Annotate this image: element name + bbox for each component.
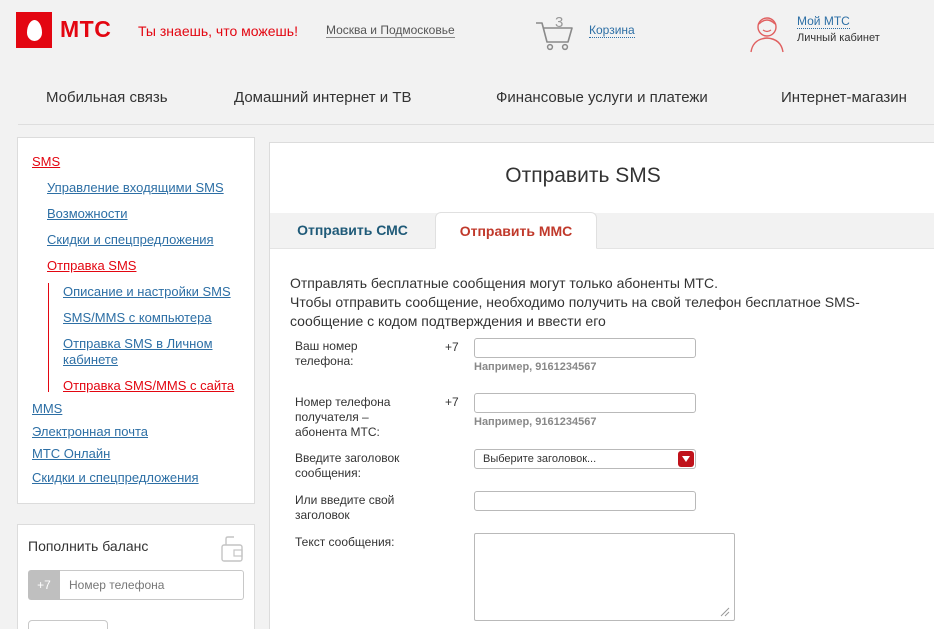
- send-sms-panel: Отправить SMS Отправить СМС Отправить ММ…: [269, 142, 934, 629]
- tab-send-mms[interactable]: Отправить ММС: [435, 212, 597, 249]
- cart-count: 3: [555, 14, 564, 31]
- recipient-phone-hint: Например, 9161234567: [474, 416, 597, 428]
- recipient-phone-input[interactable]: [474, 393, 696, 413]
- sidebar-item-email[interactable]: Электронная почта: [32, 424, 148, 440]
- your-phone-hint: Например, 9161234567: [474, 361, 597, 373]
- message-textarea[interactable]: [474, 533, 735, 621]
- sidebar-item-sms[interactable]: SMS: [32, 154, 60, 170]
- custom-subject-input[interactable]: [474, 491, 696, 511]
- sidebar-item-sms-from-pc[interactable]: SMS/MMS с компьютера: [63, 310, 212, 326]
- sidebar-item-send-sms[interactable]: Отправка SMS: [47, 258, 136, 274]
- resize-grip-icon[interactable]: [718, 605, 730, 617]
- message-text-label: Текст сообщения:: [295, 535, 395, 549]
- intro-text: Отправлять бесплатные сообщения могут то…: [290, 274, 890, 331]
- recipient-phone-label: Номер телефона получателя – абонента МТС…: [295, 395, 391, 439]
- phone-prefix: +7: [28, 570, 60, 600]
- mts-logo-icon[interactable]: [16, 12, 52, 48]
- sidebar-item-features[interactable]: Возможности: [47, 206, 128, 222]
- custom-subject-label: Или введите свой заголовок: [295, 493, 395, 522]
- sidebar-item-mms[interactable]: MMS: [32, 401, 62, 417]
- submenu-indicator: [48, 283, 49, 392]
- cart-link[interactable]: Корзина: [589, 24, 635, 38]
- page-title: Отправить SMS: [505, 164, 661, 187]
- main-navigation: Мобильная связь Домашний интернет и ТВ Ф…: [0, 70, 934, 126]
- subject-select-label: Введите заголовок сообщения:: [295, 451, 400, 480]
- personal-account-label: Личный кабинет: [797, 32, 880, 44]
- site-header: МТС Ты знаешь, что можешь! Москва и Подм…: [0, 0, 934, 70]
- nav-mobile[interactable]: Мобильная связь: [46, 89, 168, 106]
- intro-line-1: Отправлять бесплатные сообщения могут то…: [290, 275, 718, 291]
- sidebar-item-discounts[interactable]: Скидки и спецпредложения: [47, 232, 214, 248]
- intro-line-2: Чтобы отправить сообщение, необходимо по…: [290, 294, 860, 329]
- sidebar-menu: SMS Управление входящими SMS Возможности…: [17, 137, 255, 504]
- user-avatar-icon[interactable]: [748, 13, 786, 53]
- sidebar-item-sms-cabinet[interactable]: Отправка SMS в Личном кабинете: [63, 336, 233, 368]
- tab-send-sms[interactable]: Отправить СМС: [270, 212, 435, 249]
- top-up-phone-input[interactable]: [60, 570, 244, 600]
- nav-finance[interactable]: Финансовые услуги и платежи: [496, 89, 708, 106]
- your-phone-label: Ваш номер телефона:: [295, 339, 358, 368]
- top-up-widget: Пополнить баланс +7: [17, 524, 255, 629]
- logo-text[interactable]: МТС: [60, 16, 111, 43]
- nav-shop[interactable]: Интернет-магазин: [781, 89, 907, 106]
- nav-divider: [18, 124, 934, 125]
- sidebar-item-sms-settings[interactable]: Описание и настройки SMS: [63, 284, 231, 300]
- your-phone-prefix: +7: [445, 340, 459, 354]
- your-phone-input[interactable]: [474, 338, 696, 358]
- subject-select[interactable]: Выберите заголовок...: [474, 449, 696, 469]
- nav-home-internet[interactable]: Домашний интернет и ТВ: [234, 89, 412, 106]
- top-up-button[interactable]: [28, 620, 108, 629]
- wallet-icon: [221, 536, 243, 562]
- sidebar-item-discounts-2[interactable]: Скидки и спецпредложения: [32, 470, 199, 486]
- slogan: Ты знаешь, что можешь!: [138, 23, 298, 39]
- sidebar-item-incoming-sms[interactable]: Управление входящими SMS: [47, 180, 224, 196]
- sidebar-item-mts-online[interactable]: МТС Онлайн: [32, 446, 110, 462]
- chevron-down-icon[interactable]: [678, 451, 694, 467]
- region-selector[interactable]: Москва и Подмосковье: [326, 23, 455, 38]
- recipient-phone-prefix: +7: [445, 395, 459, 409]
- sidebar-item-sms-from-site[interactable]: Отправка SMS/MMS с сайта: [63, 378, 234, 394]
- my-mts-link[interactable]: Мой МТС: [797, 15, 850, 29]
- top-up-title: Пополнить баланс: [28, 538, 149, 554]
- subject-select-value: Выберите заголовок...: [483, 453, 597, 465]
